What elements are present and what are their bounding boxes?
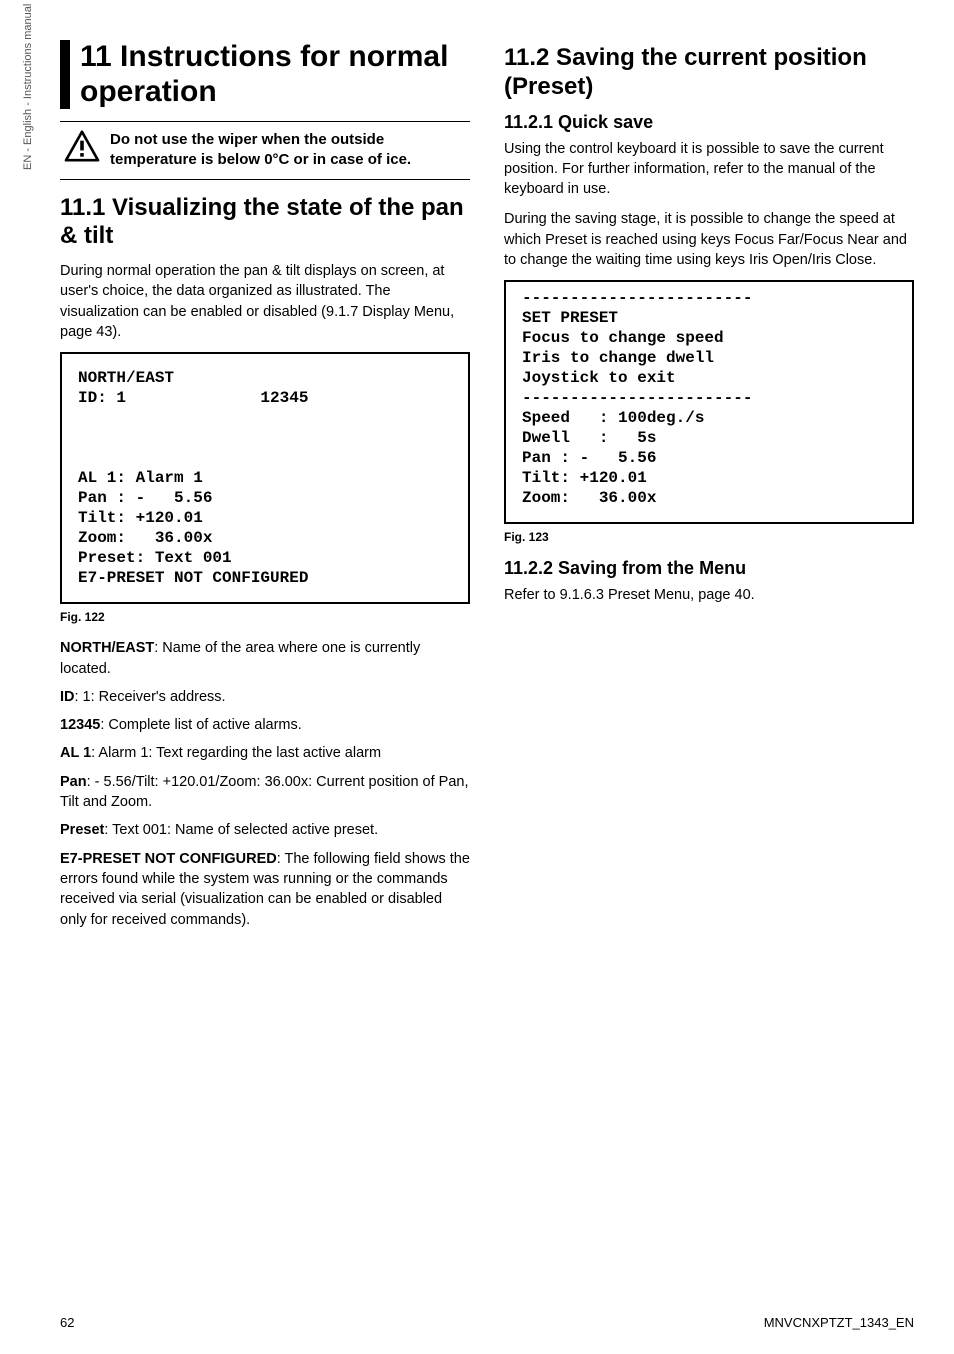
term-pan: Pan: - 5.56/Tilt: +120.01/Zoom: 36.00x: …: [60, 772, 470, 813]
section-11-2-1-p2: During the saving stage, it is possible …: [504, 209, 914, 270]
osd-display-right: ------------------------ SET PRESET Focu…: [504, 280, 914, 524]
term-preset: Preset: Text 001: Name of selected activ…: [60, 820, 470, 840]
term-12345: 12345: Complete list of active alarms.: [60, 715, 470, 735]
section-11-2-1-p1: Using the control keyboard it is possibl…: [504, 139, 914, 200]
term-al1: AL 1: Alarm 1: Text regarding the last a…: [60, 743, 470, 763]
section-11-1-paragraph: During normal operation the pan & tilt d…: [60, 261, 470, 342]
right-column: 11.2 Saving the current position (Preset…: [504, 40, 914, 938]
left-column: 11 Instructions for normal operation Do …: [60, 40, 470, 938]
side-manual-label: EN - English - Instructions manual: [22, 4, 34, 170]
term-id: ID: 1: Receiver's address.: [60, 687, 470, 707]
term-e7: E7-PRESET NOT CONFIGURED: The following …: [60, 849, 470, 930]
chapter-title: 11 Instructions for normal operation: [80, 40, 470, 109]
warning-box: Do not use the wiper when the outside te…: [60, 121, 470, 180]
section-11-1-heading: 11.1 Visualizing the state of the pan & …: [60, 194, 470, 252]
term-north-east: NORTH/EAST: Name of the area where one i…: [60, 638, 470, 679]
warning-text: Do not use the wiper when the outside te…: [110, 130, 466, 171]
page-number: 62: [60, 1315, 74, 1330]
section-11-2-2-p1: Refer to 9.1.6.3 Preset Menu, page 40.: [504, 585, 914, 605]
chapter-heading: 11 Instructions for normal operation: [60, 40, 470, 109]
page-footer: 62 MNVCNXPTZT_1343_EN: [60, 1315, 914, 1330]
section-11-2-heading: 11.2 Saving the current position (Preset…: [504, 44, 914, 102]
section-11-2-1-heading: 11.2.1 Quick save: [504, 112, 914, 133]
figure-122-caption: Fig. 122: [60, 610, 470, 624]
section-11-2-2-heading: 11.2.2 Saving from the Menu: [504, 558, 914, 579]
warning-icon: [64, 130, 100, 167]
document-id: MNVCNXPTZT_1343_EN: [764, 1315, 914, 1330]
osd-display-left: NORTH/EAST ID: 1 12345 AL 1: Alarm 1 Pan…: [60, 352, 470, 604]
figure-123-caption: Fig. 123: [504, 530, 914, 544]
chapter-bar: [60, 40, 70, 109]
